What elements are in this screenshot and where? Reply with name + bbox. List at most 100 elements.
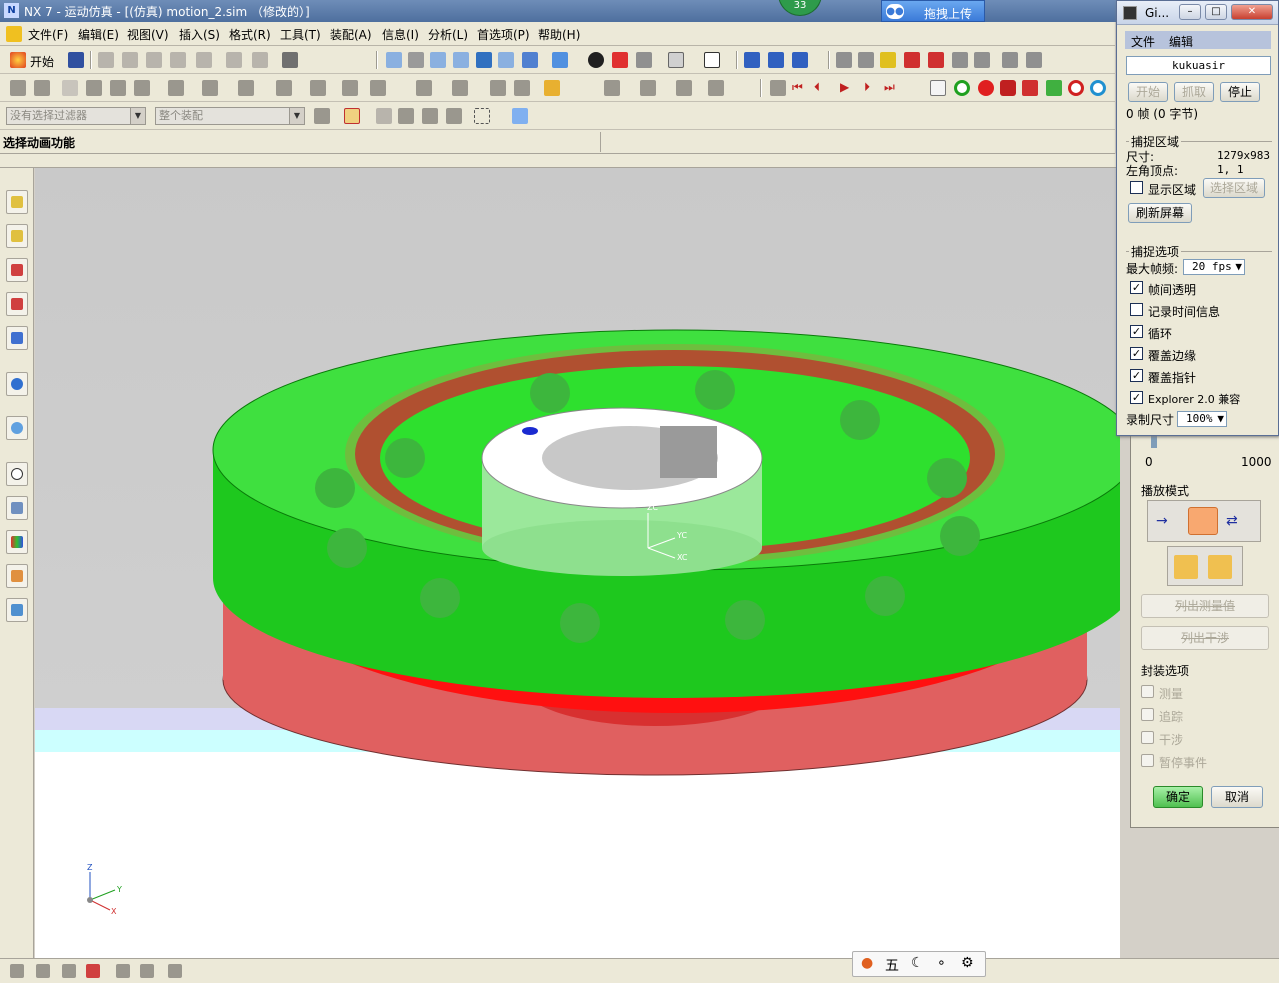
motion-body-icon[interactable] — [10, 80, 26, 96]
measure-motion-icon[interactable] — [640, 80, 656, 96]
resource-history[interactable] — [6, 416, 28, 440]
forward-path-icon[interactable] — [1174, 555, 1198, 579]
contact-icon[interactable] — [168, 80, 184, 96]
cover-edges-checkbox[interactable]: ✓ — [1130, 347, 1143, 360]
snap-center-icon[interactable] — [904, 52, 920, 68]
export-icon[interactable] — [930, 80, 946, 96]
select-area-button[interactable]: 选择区域 — [1203, 178, 1265, 198]
perspective-icon[interactable] — [522, 52, 538, 68]
trace-checkbox[interactable] — [1141, 708, 1154, 721]
paste-icon[interactable] — [146, 52, 162, 68]
angle-icon[interactable] — [1026, 52, 1042, 68]
animation-icon[interactable] — [770, 80, 786, 96]
gray-solid-icon[interactable] — [636, 52, 652, 68]
capture-stop-button[interactable]: 停止 — [1220, 82, 1260, 102]
menu-insert[interactable]: 插入(S) — [179, 26, 220, 43]
type-filter-select[interactable]: 没有选择过滤器 ▼ — [6, 107, 146, 125]
selection-scope-select[interactable]: 整个装配 ▼ — [155, 107, 305, 125]
step-back-icon[interactable]: ⏴ — [814, 80, 830, 96]
ime-lang[interactable]: 五 — [885, 955, 899, 975]
damper-icon[interactable] — [110, 80, 126, 96]
measure-checkbox[interactable] — [1141, 685, 1154, 698]
menu-help[interactable]: 帮助(H) — [538, 26, 580, 43]
joint-icon[interactable] — [490, 80, 506, 96]
cut-icon[interactable] — [98, 52, 114, 68]
paste-special-icon[interactable] — [252, 52, 268, 68]
blue-ring-icon[interactable] — [1090, 80, 1106, 96]
menu-format[interactable]: 格式(R) — [229, 26, 271, 43]
refresh-screen-button[interactable]: 刷新屏幕 — [1128, 203, 1192, 223]
capture-title-bar[interactable]: Gi... – □ ✕ — [1117, 1, 1278, 25]
last-frame-icon[interactable]: ⏭ — [884, 80, 900, 96]
resource-clock[interactable] — [6, 462, 28, 486]
link-icon[interactable] — [34, 80, 50, 96]
show-area-checkbox[interactable] — [1130, 181, 1143, 194]
resource-reuse-library[interactable] — [6, 326, 28, 350]
fit-icon[interactable] — [386, 52, 402, 68]
start-menu-icon[interactable] — [6, 26, 22, 42]
minimize-icon[interactable]: – — [1179, 4, 1201, 20]
menu-view[interactable]: 视图(V) — [127, 26, 169, 43]
red-oval-icon[interactable] — [1068, 80, 1084, 96]
rectangle-select-icon[interactable] — [474, 108, 490, 124]
status-arrow-icon[interactable] — [168, 964, 182, 978]
resource-motion-navigator[interactable] — [6, 292, 28, 316]
gear-coupler-icon[interactable] — [342, 80, 358, 96]
component-icon[interactable] — [512, 108, 528, 124]
graphics-window[interactable]: ZC YC XC Z Y X — [35, 168, 1120, 958]
play-icon[interactable]: ▶ — [840, 80, 856, 96]
measure-icon[interactable] — [1002, 52, 1018, 68]
menu-analysis[interactable]: 分析(L) — [428, 26, 468, 43]
transparent-frames-checkbox[interactable]: ✓ — [1130, 281, 1143, 294]
resource-palette[interactable] — [6, 530, 28, 554]
yin-yang-icon[interactable] — [588, 52, 604, 68]
rotate-icon[interactable] — [476, 52, 492, 68]
cover-pointer-checkbox[interactable]: ✓ — [1130, 369, 1143, 382]
bushing-icon[interactable] — [134, 80, 150, 96]
interference-checkbox[interactable] — [1141, 731, 1154, 744]
spring-icon[interactable] — [86, 80, 102, 96]
status-assembly-icon[interactable] — [62, 964, 76, 978]
zoom-window-icon[interactable] — [408, 52, 424, 68]
pan-icon[interactable] — [498, 52, 514, 68]
constraint-icon[interactable] — [202, 80, 218, 96]
point-on-curve-icon[interactable] — [514, 80, 530, 96]
snap-point-icon[interactable] — [344, 108, 360, 124]
paw-icon[interactable]: ● — [861, 955, 873, 971]
select-edge-icon[interactable] — [422, 108, 438, 124]
loop-checkbox[interactable]: ✓ — [1130, 325, 1143, 338]
start-button[interactable]: 开始 — [30, 53, 54, 70]
capture-name-field[interactable]: kukuasir — [1126, 56, 1271, 75]
menu-tools[interactable]: 工具(T) — [280, 26, 321, 43]
settings-icon[interactable]: ⚙ — [961, 955, 974, 971]
status-tool-icon[interactable] — [10, 964, 24, 978]
resource-process-studio[interactable] — [6, 496, 28, 520]
status-part-icon[interactable] — [86, 964, 100, 978]
resource-roles[interactable] — [6, 564, 28, 588]
red-cylinder-icon[interactable] — [1000, 80, 1016, 96]
torque-icon[interactable] — [310, 80, 326, 96]
cancel-button[interactable]: 取消 — [1211, 786, 1263, 808]
select-curve-icon[interactable] — [398, 108, 414, 124]
status-link-icon[interactable] — [116, 964, 130, 978]
undo-icon[interactable] — [196, 52, 212, 68]
list-interference-button[interactable]: 列出干涉 — [1141, 626, 1269, 650]
filter-settings-icon[interactable] — [314, 108, 330, 124]
wcs-icon[interactable] — [744, 52, 760, 68]
ok-button[interactable]: 确定 — [1153, 786, 1203, 808]
cable-icon[interactable] — [370, 80, 386, 96]
green-chain-icon[interactable] — [1046, 80, 1062, 96]
red-box-icon[interactable] — [612, 52, 628, 68]
record-time-checkbox[interactable] — [1130, 303, 1143, 316]
record-size-select[interactable]: 100% ▼ — [1177, 411, 1227, 427]
play-once-icon[interactable]: → — [1156, 513, 1168, 529]
cut-face-icon[interactable] — [226, 52, 242, 68]
trace-icon[interactable] — [676, 80, 692, 96]
red-gear-icon[interactable] — [978, 80, 994, 96]
snap-end-icon[interactable] — [928, 52, 944, 68]
wcs-rotate-icon[interactable] — [792, 52, 808, 68]
resource-web-browser[interactable] — [6, 372, 28, 396]
max-fps-select[interactable]: 20 fps ▼ — [1183, 259, 1245, 275]
slider-thumb[interactable] — [1151, 436, 1157, 448]
menu-assemblies[interactable]: 装配(A) — [330, 26, 372, 43]
